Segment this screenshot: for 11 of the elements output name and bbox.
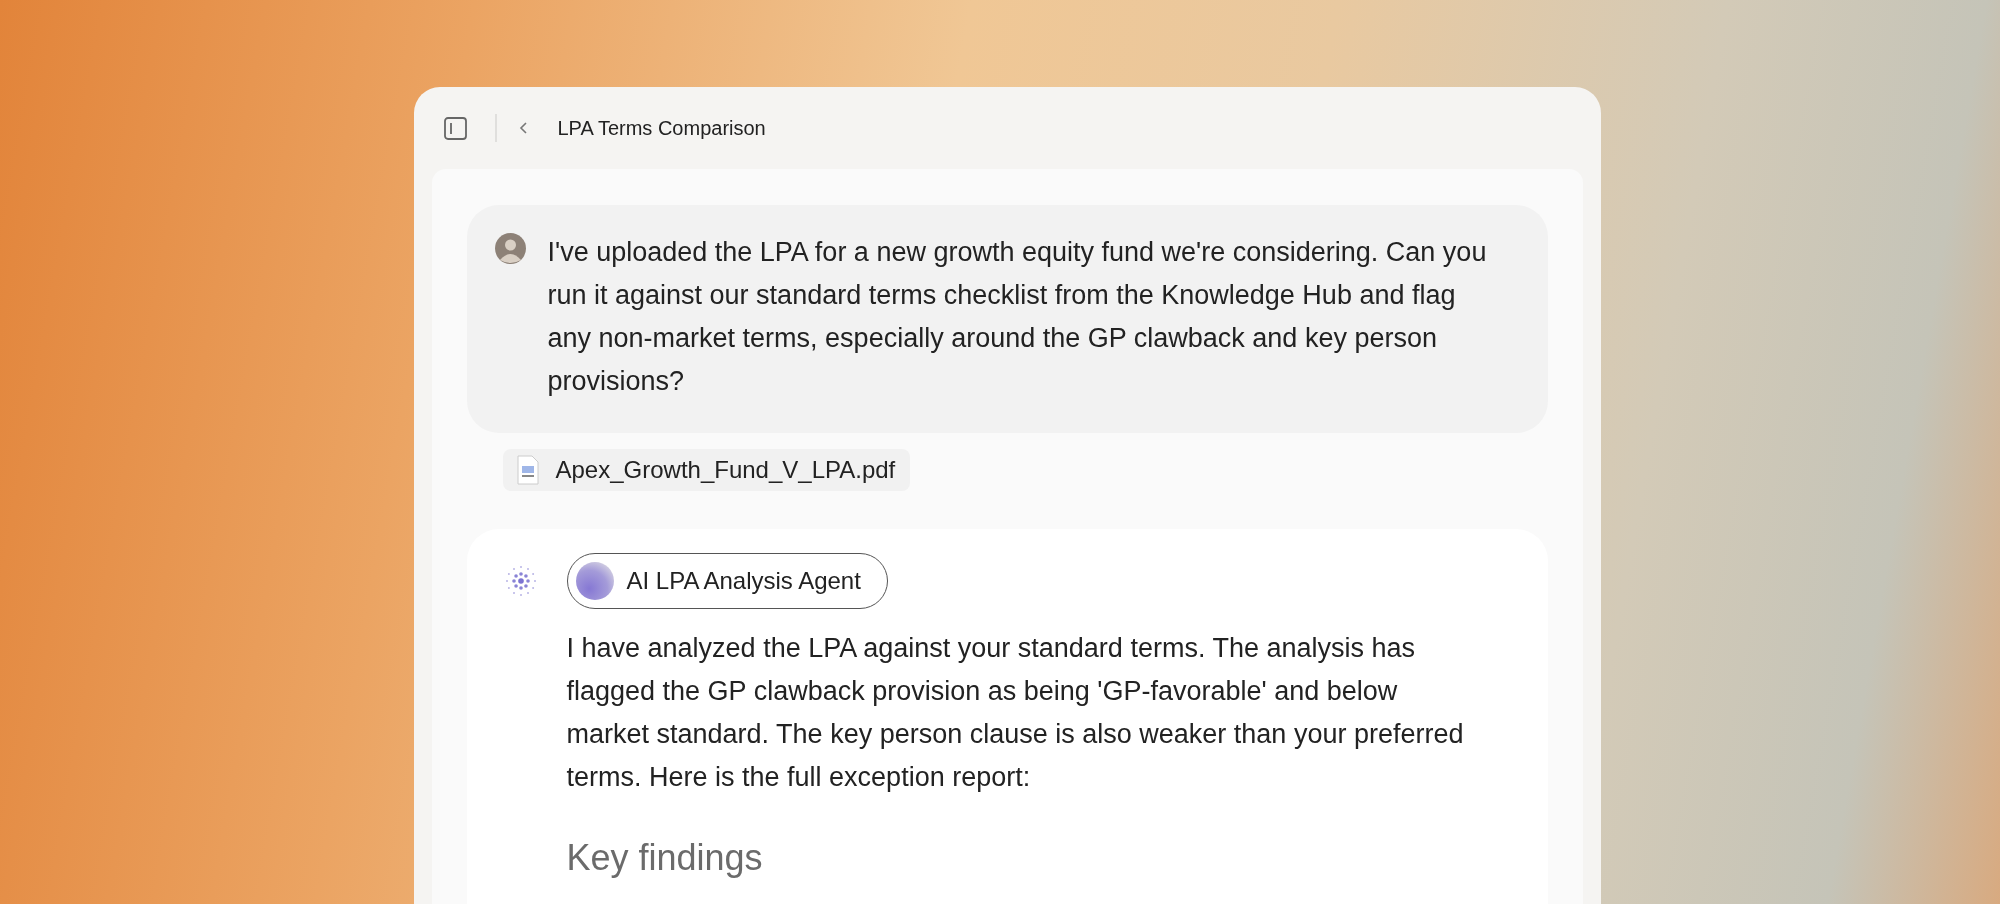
dotted-sparkle-icon xyxy=(504,565,537,597)
agent-message-text: I have analyzed the LPA against your standard terms. The analysis has flagged the GP clawback provision as being 'GP-favorable' and below market standard. The key person clause is also weaker than your preferred terms. Here is the full exception report: xyxy=(566,632,1465,794)
back-icon[interactable] xyxy=(518,121,528,135)
window-title: LPA Terms Comparison xyxy=(557,116,766,140)
agent-orb-icon xyxy=(575,562,614,600)
section-heading: Key findings xyxy=(566,837,763,879)
sidebar-toggle-icon[interactable] xyxy=(443,116,467,140)
pdf-file-icon xyxy=(516,455,539,485)
avatar-icon xyxy=(494,233,526,264)
attachment-chip[interactable]: Apex_Growth_Fund_V_LPA.pdf xyxy=(502,449,911,491)
user-message-text: I've uploaded the LPA for a new growth equity fund we're considering. Can you run it against our standard terms checklist from the Knowledge Hub and flag any non-market terms, especially around the GP clawback and key person provisions? xyxy=(547,236,1488,398)
